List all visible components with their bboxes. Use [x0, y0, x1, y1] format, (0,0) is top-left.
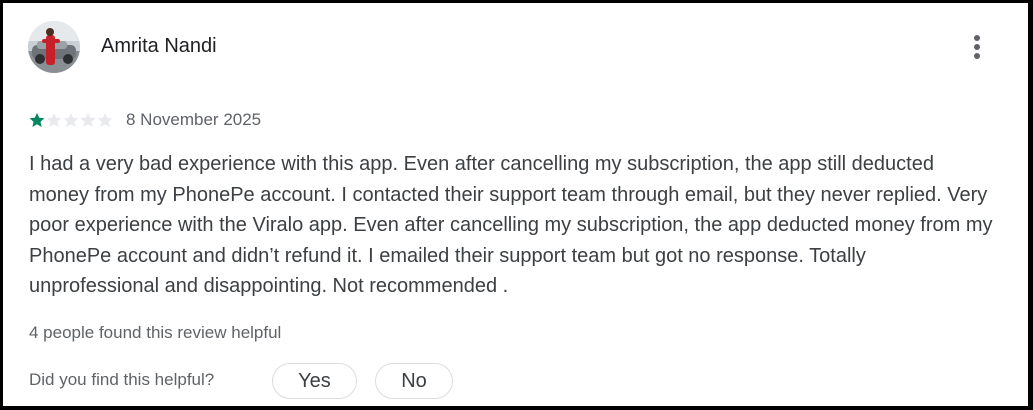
helpful-count: 4 people found this review helpful [29, 323, 282, 342]
star-empty-icon [63, 113, 79, 127]
more-options-button[interactable] [960, 27, 994, 67]
reviewer-name: Amrita Nandi [101, 35, 217, 57]
more-vert-icon-dot [974, 44, 980, 50]
star-rating [29, 112, 114, 128]
helpful-question: Did you find this helpful? [29, 370, 215, 389]
star-filled-icon [29, 113, 45, 127]
star-empty-icon [97, 113, 113, 127]
more-vert-icon-dot [974, 53, 980, 59]
review-date: 8 November 2025 [126, 110, 262, 129]
star-empty-icon [46, 113, 62, 127]
more-vert-icon-dot [974, 35, 980, 41]
avatar [28, 21, 80, 73]
avatar-photo [28, 21, 80, 73]
review-card: Amrita Nandi 8 November 2025 I had a ver… [3, 3, 1028, 406]
rating-row: 8 November 2025 [29, 109, 261, 131]
helpful-no-button[interactable]: No [375, 363, 453, 399]
review-text: I had a very bad experience with this ap… [29, 153, 993, 297]
helpful-yes-button[interactable]: Yes [272, 363, 357, 399]
star-empty-icon [80, 113, 96, 127]
